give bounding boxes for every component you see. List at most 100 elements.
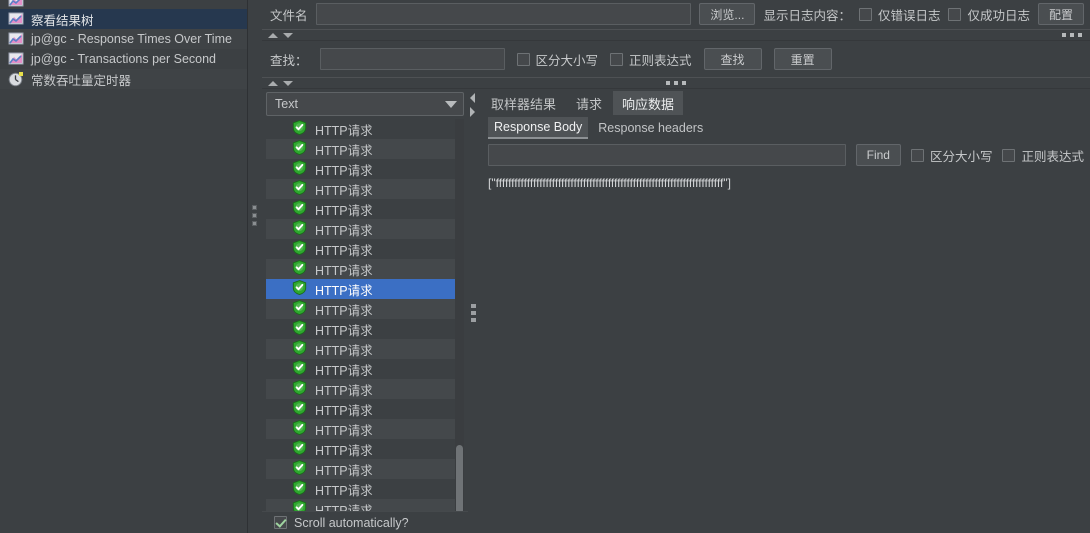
- shield-success-icon: [292, 260, 307, 278]
- sampler-result-row[interactable]: HTTP请求: [266, 199, 464, 219]
- configure-button[interactable]: 配置: [1037, 3, 1084, 25]
- shield-success-icon: [292, 340, 307, 358]
- sampler-result-row[interactable]: HTTP请求: [266, 119, 464, 139]
- success-only-box[interactable]: [948, 7, 962, 21]
- response-find-button[interactable]: Find: [855, 144, 901, 166]
- split-collapse-arrows[interactable]: [268, 32, 293, 38]
- sampler-result-label: HTTP请求: [315, 463, 373, 478]
- split-grip-dots[interactable]: [1062, 33, 1082, 37]
- success-only-checkbox[interactable]: 仅成功日志: [948, 5, 1030, 24]
- tree-item[interactable]: 常数吞吐量定时器: [0, 69, 247, 89]
- scroll-automatically-checkbox[interactable]: Scroll automatically?: [262, 511, 468, 533]
- sampler-result-row[interactable]: HTTP请求: [266, 159, 464, 179]
- chevron-down-icon[interactable]: [445, 100, 457, 108]
- sampler-result-row[interactable]: HTTP请求: [266, 219, 464, 239]
- response-regex-label: 正则表达式: [1021, 149, 1084, 164]
- detail-tab[interactable]: 取样器结果: [482, 91, 565, 115]
- mid-split-grip-dots[interactable]: [666, 81, 686, 85]
- main-splitter[interactable]: [248, 0, 262, 533]
- search-match-case-checkbox[interactable]: 区分大小写: [516, 50, 598, 69]
- mid-split-bar[interactable]: [262, 77, 1090, 89]
- sampler-result-row[interactable]: HTTP请求: [266, 279, 464, 299]
- sampler-result-row[interactable]: HTTP请求: [266, 339, 464, 359]
- collapse-left-icon[interactable]: [470, 93, 475, 103]
- sampler-result-row[interactable]: HTTP请求: [266, 259, 464, 279]
- search-match-case-box[interactable]: [516, 52, 530, 66]
- detail-tabstrip[interactable]: 取样器结果 请求 响应数据: [480, 89, 1090, 115]
- collapse-down-icon[interactable]: [283, 32, 293, 38]
- sampler-result-row[interactable]: HTTP请求: [266, 379, 464, 399]
- sampler-result-list[interactable]: HTTP请求 HTTP请求 HTTP请求 HTTP请求 HTTP请求 HTTP请求 HTTP…: [266, 119, 464, 511]
- tree-item[interactable]: [0, 0, 247, 9]
- mid-collapse-arrows[interactable]: [268, 80, 293, 86]
- sampler-result-label: HTTP请求: [315, 423, 373, 438]
- sampler-list-panel: Text HTTP请求 HTTP请求 HTTP请求 HTTP请求 HTTP请求 HTTP请…: [262, 89, 468, 533]
- mid-collapse-down-icon[interactable]: [283, 80, 293, 86]
- browse-button[interactable]: 浏览...: [699, 3, 756, 25]
- shield-success-icon: [292, 140, 307, 158]
- response-regex-box[interactable]: [1002, 148, 1016, 162]
- tree-item[interactable]: 察看结果树: [0, 9, 247, 29]
- tree-item[interactable]: jp@gc - Response Times Over Time: [0, 29, 247, 49]
- sampler-result-label: HTTP请求: [315, 223, 373, 238]
- mid-collapse-up-icon[interactable]: [268, 80, 278, 86]
- sampler-result-row[interactable]: HTTP请求: [266, 319, 464, 339]
- collapse-right-icon[interactable]: [470, 107, 475, 117]
- results-lower-area: Text HTTP请求 HTTP请求 HTTP请求 HTTP请求 HTTP请求 HTTP请…: [262, 89, 1090, 533]
- response-regex-checkbox[interactable]: 正则表达式: [1002, 146, 1084, 165]
- sampler-result-row[interactable]: HTTP请求: [266, 399, 464, 419]
- collapse-up-icon[interactable]: [268, 32, 278, 38]
- filename-input[interactable]: [315, 3, 692, 25]
- sampler-result-row[interactable]: HTTP请求: [266, 359, 464, 379]
- sampler-result-label: HTTP请求: [315, 383, 373, 398]
- detail-splitter-grip[interactable]: [471, 304, 476, 325]
- sampler-result-label: HTTP请求: [315, 203, 373, 218]
- tree-item[interactable]: jp@gc - Transactions per Second: [0, 49, 247, 69]
- detail-tab[interactable]: 请求: [567, 91, 611, 115]
- response-match-case-box[interactable]: [910, 148, 924, 162]
- list-scrollbar[interactable]: [455, 119, 464, 511]
- sampler-result-row[interactable]: HTTP请求: [266, 459, 464, 479]
- top-split-bar[interactable]: [262, 29, 1090, 41]
- log-content-label: 显示日志内容：: [763, 8, 851, 23]
- sampler-result-label: HTTP请求: [315, 483, 373, 498]
- sampler-result-row[interactable]: HTTP请求: [266, 479, 464, 499]
- response-subtab[interactable]: Response Body: [488, 117, 589, 139]
- response-body-text[interactable]: ["ffffffffffffffffffffffffffffffffffffff…: [480, 170, 1090, 190]
- response-find-row: Find 区分大小写 正则表达式: [480, 139, 1090, 170]
- detail-splitter-arrows[interactable]: [470, 93, 475, 117]
- scrollbar-thumb[interactable]: [456, 445, 463, 511]
- shield-success-icon: [292, 120, 307, 138]
- search-regex-box[interactable]: [610, 52, 624, 66]
- sampler-result-label: HTTP请求: [315, 143, 373, 158]
- response-find-input[interactable]: [488, 144, 846, 166]
- response-subtab[interactable]: Response headers: [592, 117, 709, 139]
- sampler-result-row[interactable]: HTTP请求: [266, 179, 464, 199]
- reset-button[interactable]: 重置: [773, 48, 832, 70]
- sampler-result-row[interactable]: HTTP请求: [266, 239, 464, 259]
- search-regex-checkbox[interactable]: 正则表达式: [610, 50, 692, 69]
- test-plan-tree[interactable]: 察看结果树 jp@gc - Response Times Over Time jp@…: [0, 0, 248, 533]
- search-button[interactable]: 查找: [703, 48, 762, 70]
- sampler-result-row[interactable]: HTTP请求: [266, 139, 464, 159]
- search-input[interactable]: [319, 48, 505, 70]
- tree-item-label: 察看结果树: [31, 13, 94, 28]
- detail-tab[interactable]: 响应数据: [613, 91, 684, 115]
- sampler-result-row[interactable]: HTTP请求: [266, 499, 464, 511]
- response-subtabstrip[interactable]: Response Body Response headers: [480, 115, 1090, 139]
- detail-splitter[interactable]: [468, 89, 480, 533]
- errors-only-label: 仅错误日志: [877, 8, 941, 23]
- splitter-grip[interactable]: [252, 205, 257, 226]
- shield-success-icon: [292, 160, 307, 178]
- errors-only-checkbox[interactable]: 仅错误日志: [858, 5, 941, 24]
- sampler-result-row[interactable]: HTTP请求: [266, 299, 464, 319]
- errors-only-box[interactable]: [858, 7, 872, 21]
- response-match-case-checkbox[interactable]: 区分大小写: [910, 146, 993, 165]
- scroll-automatically-box[interactable]: [274, 516, 287, 529]
- response-match-case-label: 区分大小写: [929, 149, 993, 164]
- sampler-result-label: HTTP请求: [315, 403, 373, 418]
- sampler-result-row[interactable]: HTTP请求: [266, 419, 464, 439]
- view-type-combo[interactable]: Text: [266, 92, 464, 116]
- sampler-result-row[interactable]: HTTP请求: [266, 439, 464, 459]
- shield-success-icon: [292, 320, 307, 338]
